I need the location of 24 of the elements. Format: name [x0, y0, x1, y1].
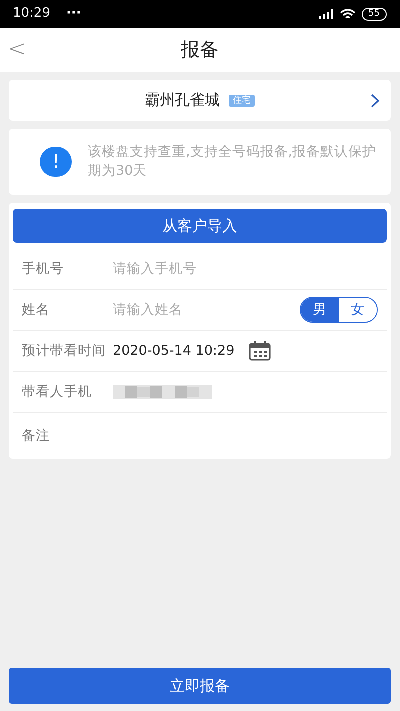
- field-label: 预计带看时间: [22, 342, 107, 361]
- page-title: 报备: [181, 38, 219, 63]
- field-label: 姓名: [22, 300, 51, 320]
- battery-indicator: 55: [362, 8, 387, 20]
- submit-button[interactable]: 立即报备: [9, 668, 391, 704]
- notice-text: 该楼盘支持查重,支持全号码报备,报备默认保护期为30天: [88, 143, 377, 181]
- text-field[interactable]: 请输入手机号: [113, 258, 378, 280]
- info-icon: !: [40, 147, 72, 177]
- back-button[interactable]: <: [8, 39, 26, 61]
- field-label: 手机号: [22, 260, 65, 279]
- chevron-right-icon: [371, 94, 380, 108]
- calendar-icon[interactable]: [248, 341, 271, 361]
- import-button[interactable]: 从客户导入: [13, 209, 387, 243]
- datetime-value[interactable]: 2020-05-14 10:29: [113, 340, 235, 362]
- property-tag: 住宅: [229, 94, 255, 106]
- text-field[interactable]: 请输入姓名: [113, 300, 300, 320]
- gender-option[interactable]: 男: [301, 298, 339, 322]
- signal-icon: [318, 9, 334, 19]
- field-label: 带看人手机: [22, 382, 93, 402]
- status-dots: ···: [66, 5, 82, 24]
- project-card[interactable]: 霸州孔雀城 住宅: [9, 80, 391, 121]
- field-label: 备注: [22, 426, 51, 446]
- status-time: 10:29: [13, 5, 50, 24]
- wifi-icon: [340, 8, 356, 20]
